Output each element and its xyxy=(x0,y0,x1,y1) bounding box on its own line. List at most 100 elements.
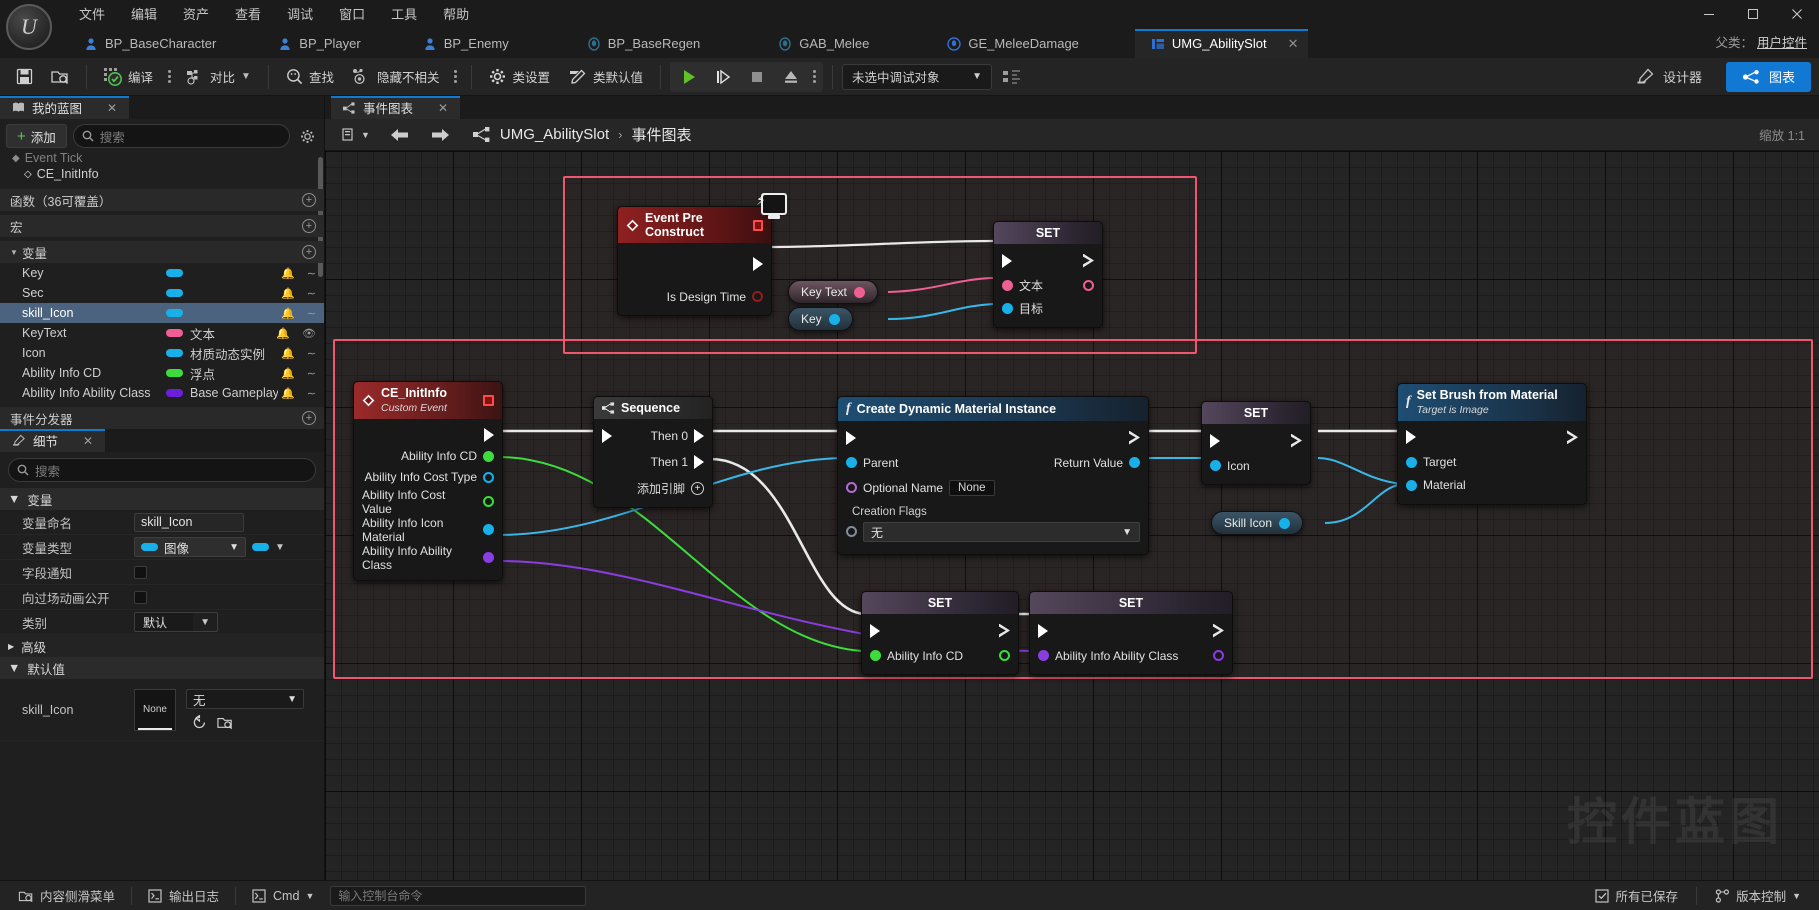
step-button[interactable] xyxy=(706,62,740,92)
diff-button[interactable]: 对比 ▼ xyxy=(178,62,259,92)
pin-text-in[interactable]: 文本 xyxy=(1002,277,1043,294)
reset-to-default-icon[interactable] xyxy=(192,715,207,730)
menu-debug[interactable]: 调试 xyxy=(274,1,326,26)
debug-monitor-icon[interactable]: ⚡ xyxy=(756,192,787,215)
exec-out-pin[interactable] xyxy=(1083,253,1094,268)
sequence-add-pin[interactable]: 添加引脚 + xyxy=(594,478,712,499)
exec-out-pin[interactable] xyxy=(753,256,763,271)
pin-ability-info-cost-value[interactable]: Ability Info Cost Value xyxy=(362,488,494,516)
container-type-pill[interactable] xyxy=(252,543,269,551)
source-control-button[interactable]: 版本控制 ▼ xyxy=(1703,884,1813,908)
node-set-ability-info-ability-class[interactable]: SET Ability Info Ability Class xyxy=(1029,591,1233,675)
blueprint-canvas[interactable]: 控件蓝图 Event Pre Construct Is Design Time … xyxy=(325,151,1819,880)
pin-then-0[interactable]: Then 0 xyxy=(651,428,704,443)
add-variable-icon[interactable]: + xyxy=(302,245,316,259)
class-pin-out[interactable] xyxy=(1213,650,1224,661)
doc-tab-close-icon[interactable]: ✕ xyxy=(1288,36,1299,52)
asset-select[interactable]: 无 ▼ xyxy=(186,689,304,709)
doc-tab-ge-meleedamage[interactable]: GE_MeleeDamage xyxy=(931,29,1101,58)
find-button[interactable]: 查找 xyxy=(278,62,342,92)
play-options-icon[interactable] xyxy=(808,70,821,83)
enum-pin-ring[interactable] xyxy=(846,525,857,537)
console-command-input[interactable]: 输入控制台命令 xyxy=(330,885,587,906)
field-notify-checkbox[interactable] xyxy=(134,565,147,579)
pin-ability-class-in[interactable]: Ability Info Ability Class xyxy=(1038,649,1178,663)
node-set-text[interactable]: SET 文本 目标 xyxy=(993,221,1103,328)
variable-row-icons[interactable]: 🔔 ∼ xyxy=(281,307,316,320)
close-icon[interactable]: ✕ xyxy=(107,101,117,115)
breadcrumb-root[interactable]: UMG_AbilitySlot xyxy=(500,126,609,143)
tab-details[interactable]: 细节 ✕ xyxy=(0,429,106,452)
node-set-ability-info-cd[interactable]: SET Ability Info CD xyxy=(861,591,1019,675)
pin-return-value[interactable]: Return Value xyxy=(1054,456,1140,470)
doc-tab-bp-enemy[interactable]: BP_Enemy xyxy=(407,29,531,58)
menu-tools[interactable]: 工具 xyxy=(378,1,430,26)
pin-parent[interactable]: Parent xyxy=(846,456,898,470)
myblueprint-settings-icon[interactable] xyxy=(296,125,318,147)
content-drawer-button[interactable]: 内容侧滑菜单 xyxy=(6,884,127,908)
pin-ability-info-ability-class[interactable]: Ability Info Ability Class xyxy=(362,544,494,572)
close-button[interactable] xyxy=(1775,0,1819,28)
maximize-button[interactable] xyxy=(1731,0,1775,28)
node-set-icon[interactable]: SET Icon xyxy=(1201,401,1311,485)
node-var-key[interactable]: Key xyxy=(788,307,853,331)
variable-row-icons[interactable]: 🔔 ∼ xyxy=(281,267,316,280)
exec-in-pin[interactable] xyxy=(1038,623,1048,638)
pin-ability-info-icon-material[interactable]: Ability Info Icon Material xyxy=(362,516,494,544)
pin-optional-name[interactable]: Optional Name None xyxy=(846,479,995,496)
add-dispatcher-icon[interactable]: + xyxy=(302,411,316,425)
object-pin-dot[interactable] xyxy=(1279,517,1291,529)
tree-row-event-partial[interactable]: ◆ Event Tick xyxy=(0,153,324,163)
tree-section-functions[interactable]: 函数（36可覆盖） + xyxy=(0,189,324,211)
tree-section-variables[interactable]: ▼ 变量 + xyxy=(0,241,324,263)
menu-file[interactable]: 文件 xyxy=(66,1,118,26)
doc-tab-gab-melee[interactable]: GAB_Melee xyxy=(762,29,891,58)
exec-in-pin[interactable] xyxy=(846,430,856,445)
myblueprint-search-input[interactable]: 搜索 xyxy=(72,124,290,148)
variable-row-icons[interactable]: 🔔 ∼ xyxy=(281,347,316,360)
bell-icon[interactable]: 🔔 xyxy=(281,367,295,380)
doc-tab-umg-abilityslot[interactable]: UMG_AbilitySlot ✕ xyxy=(1134,29,1309,58)
eye-hidden-icon[interactable]: ∼ xyxy=(307,307,316,320)
expose-to-cinematics-checkbox[interactable] xyxy=(134,590,147,604)
variable-row-keytext[interactable]: KeyText 文本 🔔 👁 xyxy=(0,323,324,343)
float-pin-out[interactable] xyxy=(999,650,1010,661)
exec-in-pin[interactable] xyxy=(1210,433,1220,448)
chevron-down-icon[interactable]: ▼ xyxy=(275,542,285,553)
pin-target[interactable]: Target xyxy=(1406,455,1456,469)
browse-to-asset-icon[interactable] xyxy=(217,715,233,730)
exec-in-pin[interactable] xyxy=(602,428,612,443)
pin-then-1[interactable]: Then 1 xyxy=(651,454,704,469)
class-defaults-button[interactable]: 类默认值 xyxy=(560,62,651,92)
variable-row-key[interactable]: Key 🔔 ∼ xyxy=(0,263,324,283)
node-ce-initinfo[interactable]: CE_InitInfo Custom Event Ability Info CD… xyxy=(353,381,503,581)
close-icon[interactable]: ✕ xyxy=(438,101,448,115)
pin-ability-info-cd[interactable]: Ability Info CD xyxy=(401,449,494,463)
variable-type-select[interactable]: 图像 ▼ xyxy=(134,537,246,557)
bell-icon[interactable]: 🔔 xyxy=(281,387,295,400)
graph-forward-button[interactable] xyxy=(425,125,455,145)
doc-tab-bp-player[interactable]: BP_Player xyxy=(262,29,382,58)
pin-icon-in[interactable]: Icon xyxy=(1210,459,1250,473)
pin-target-in[interactable]: 目标 xyxy=(1002,300,1043,317)
tree-section-dispatchers[interactable]: 事件分发器 + xyxy=(0,407,324,429)
save-button[interactable] xyxy=(8,62,41,92)
variable-row-icons[interactable]: 🔔 ∼ xyxy=(281,387,316,400)
close-icon[interactable]: ✕ xyxy=(83,434,93,448)
tree-row-ce-initinfo[interactable]: ◇ CE_InitInfo xyxy=(0,163,324,185)
bell-icon[interactable]: 🔔 xyxy=(281,267,295,280)
breadcrumb-leaf[interactable]: 事件图表 xyxy=(631,124,691,145)
tab-my-blueprint[interactable]: 我的蓝图 ✕ xyxy=(0,96,130,119)
node-sequence[interactable]: Sequence Then 0 Then 1 添加引脚 + xyxy=(593,396,713,508)
bell-icon[interactable]: 🔔 xyxy=(281,347,295,360)
variable-row-sec[interactable]: Sec 🔔 ∼ xyxy=(0,283,324,303)
variable-name-input[interactable]: skill_Icon xyxy=(134,512,244,532)
designer-mode-button[interactable]: 设计器 xyxy=(1620,62,1718,92)
graph-mode-button[interactable]: 图表 xyxy=(1725,61,1811,92)
graph-list-button[interactable]: ▼ xyxy=(337,125,375,145)
tree-section-macros[interactable]: 宏 + xyxy=(0,215,324,237)
exec-in-pin[interactable] xyxy=(870,623,880,638)
details-section-advanced[interactable]: ▶ 高级 xyxy=(0,635,324,657)
exec-in-pin[interactable] xyxy=(1002,253,1012,268)
optional-name-input[interactable]: None xyxy=(949,479,995,496)
